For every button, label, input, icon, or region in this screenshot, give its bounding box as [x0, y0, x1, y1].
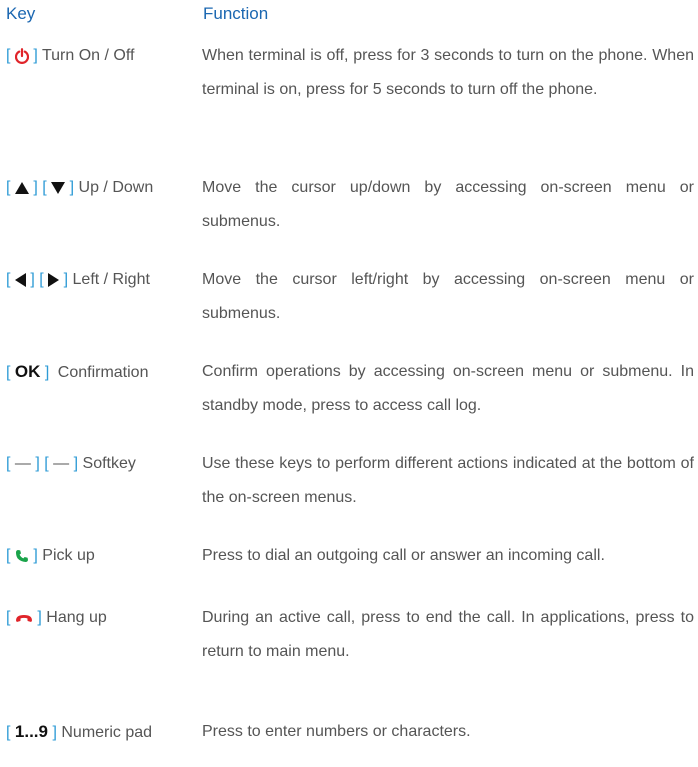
- bracket: ]: [73, 455, 79, 472]
- key-row-softkey: [ — ] [ — ] Softkey Use these keys to pe…: [0, 452, 698, 522]
- phone-hangup-icon: [15, 613, 33, 623]
- key-label: Numeric pad: [61, 724, 153, 741]
- phone-pickup-icon: [15, 549, 29, 563]
- key-row-left-right: [ ] [ ] Left / Right Move the cursor lef…: [0, 268, 698, 338]
- bracket: ]: [37, 609, 42, 626]
- bracket: ]: [52, 724, 57, 741]
- key-description: Move the cursor up/down by accessing on-…: [202, 179, 694, 230]
- key-cell: [ ] [ ] Up / Down: [6, 176, 198, 200]
- bracket: [: [6, 609, 11, 626]
- ok-key-symbol: OK: [14, 362, 41, 381]
- bracket: ]: [33, 547, 38, 564]
- key-cell: [ OK ] Confirmation: [6, 360, 198, 385]
- bracket: [: [6, 364, 11, 381]
- bracket: ]: [63, 271, 69, 288]
- key-row-up-down: [ ] [ ] Up / Down Move the cursor up/dow…: [0, 176, 698, 246]
- bracket: ]: [30, 271, 35, 288]
- bracket: [: [6, 547, 11, 564]
- power-icon: [14, 47, 29, 64]
- key-row-ok: [ OK ] Confirmation Confirm operations b…: [0, 360, 698, 430]
- key-label: Up / Down: [78, 179, 154, 196]
- softkey-right-symbol: —: [53, 455, 70, 472]
- up-triangle-icon: [14, 181, 29, 194]
- key-label: Left / Right: [72, 271, 150, 288]
- key-description: Confirm operations by accessing on-scree…: [202, 363, 694, 414]
- key-column-header: Key: [6, 4, 36, 23]
- right-triangle-icon: [48, 272, 60, 287]
- key-row-power: [ ] Turn On / Off When terminal is off, …: [0, 44, 698, 144]
- bracket: ]: [33, 179, 38, 196]
- key-row-numeric: [ 1...9 ] Numeric pad Press to enter num…: [0, 720, 698, 760]
- bracket: [: [6, 179, 11, 196]
- key-row-hangup: [ ] Hang up During an active call, press…: [0, 606, 698, 676]
- key-label: Hang up: [46, 609, 107, 626]
- bracket: [: [6, 47, 11, 64]
- bracket: ]: [33, 47, 38, 64]
- key-description: Press to dial an outgoing call or answer…: [202, 547, 605, 564]
- key-cell: [ ] Hang up: [6, 606, 198, 630]
- key-label: Pick up: [42, 547, 95, 564]
- down-triangle-icon: [51, 181, 66, 194]
- bracket: ]: [69, 179, 75, 196]
- key-row-pickup: [ ] Pick up Press to dial an outgoing ca…: [0, 544, 698, 584]
- table-header: Key Function: [0, 4, 698, 32]
- bracket: ]: [44, 364, 50, 381]
- left-triangle-icon: [14, 272, 26, 287]
- bracket: [: [6, 455, 11, 472]
- key-description: During an active call, press to end the …: [202, 609, 694, 660]
- key-cell: [ — ] [ — ] Softkey: [6, 452, 198, 476]
- bracket: [: [42, 179, 47, 196]
- bracket: [: [44, 455, 49, 472]
- bracket: [: [6, 724, 11, 741]
- softkey-left-symbol: —: [14, 455, 31, 472]
- key-cell: [ ] [ ] Left / Right: [6, 268, 198, 292]
- key-cell: [ ] Pick up: [6, 544, 198, 568]
- key-description: Press to enter numbers or characters.: [202, 723, 471, 740]
- bracket: [: [39, 271, 44, 288]
- key-cell: [ 1...9 ] Numeric pad: [6, 720, 198, 745]
- key-label: Turn On / Off: [41, 47, 135, 64]
- key-description: When terminal is off, press for 3 second…: [202, 47, 694, 98]
- numeric-key-symbol: 1...9: [14, 722, 48, 741]
- bracket: [: [6, 271, 11, 288]
- key-label: Confirmation: [57, 364, 149, 381]
- key-label: Softkey: [82, 455, 136, 472]
- key-cell: [ ] Turn On / Off: [6, 44, 198, 68]
- key-description: Move the cursor left/right by accessing …: [202, 271, 694, 322]
- bracket: ]: [35, 455, 40, 472]
- function-column-header: Function: [203, 4, 269, 23]
- key-description: Use these keys to perform different acti…: [202, 455, 694, 506]
